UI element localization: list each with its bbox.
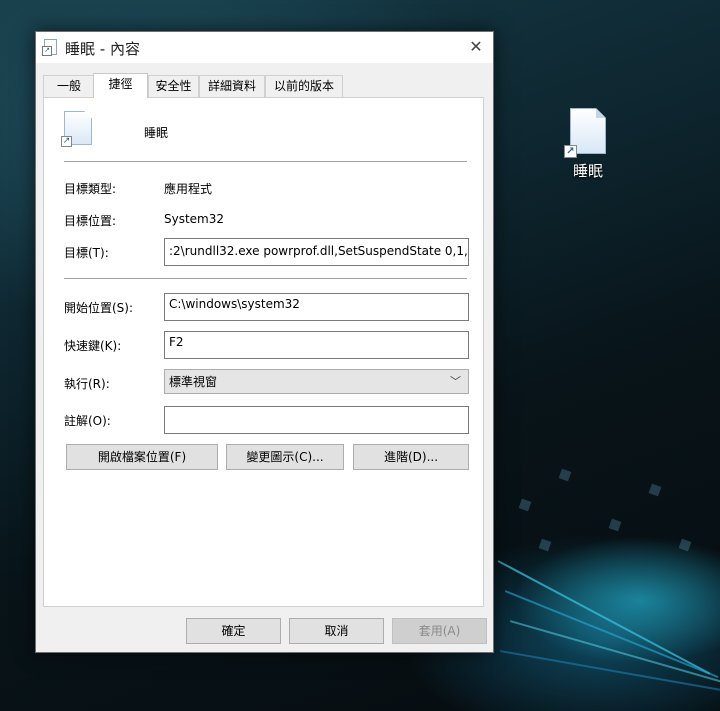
file-icon: ↗ [564,108,606,158]
separator [64,161,467,162]
close-icon[interactable]: ✕ [465,36,487,58]
shortcut-arrow-icon: ↗ [564,145,577,158]
tab-security[interactable]: 安全性 [148,75,199,97]
tab-details[interactable]: 詳細資料 [199,75,265,97]
tab-shortcut[interactable]: 捷徑 [93,73,148,98]
target-type-value: 應用程式 [164,182,213,196]
shortcut-file-icon: ↗ [42,39,57,56]
title-bar[interactable]: ↗ 睡眠 - 內容 ✕ [36,32,493,63]
desktop-shortcut-sleep[interactable]: ↗ 睡眠 [558,108,618,181]
target-type-label: 目標類型: [64,182,117,196]
open-file-location-button[interactable]: 開啟檔案位置(F) [66,444,218,470]
target-location-label: 目標位置: [64,214,117,228]
run-select-value: 標準視窗 [169,375,218,389]
apply-button[interactable]: 套用(A) [392,618,487,644]
hotkey-label: 快速鍵(K): [64,339,122,353]
ok-button[interactable]: 確定 [186,618,281,644]
shortcut-tab-panel: ↗ 睡眠 目標類型: 應用程式 目標位置: System32 目標(T): :2… [43,97,484,607]
start-in-field[interactable]: C:\windows\system32 [164,293,469,321]
advanced-button[interactable]: 進階(D)... [353,444,469,470]
run-select[interactable]: 標準視窗 ﹀ [164,369,469,394]
target-field[interactable]: :2\rundll32.exe powrprof.dll,SetSuspendS… [164,238,469,266]
properties-dialog: ↗ 睡眠 - 內容 ✕ 一般 捷徑 安全性 詳細資料 以前的版本 ↗ 睡眠 目標… [35,31,494,653]
target-label: 目標(T): [64,246,109,260]
chevron-down-icon: ﹀ [450,375,461,388]
comment-field[interactable] [164,406,469,434]
hotkey-field[interactable]: F2 [164,331,469,359]
start-in-label: 開始位置(S): [64,301,134,315]
change-icon-button[interactable]: 變更圖示(C)... [226,444,344,470]
run-label: 執行(R): [64,377,110,391]
tab-previous-versions[interactable]: 以前的版本 [265,75,343,97]
window-title: 睡眠 - 內容 [65,40,140,58]
separator [64,278,467,279]
shortcut-name: 睡眠 [144,126,169,140]
comment-label: 註解(O): [64,414,111,428]
target-location-value: System32 [164,212,225,226]
tab-general[interactable]: 一般 [43,75,95,97]
shortcut-file-icon: ↗ [61,111,92,147]
desktop-icon-label: 睡眠 [572,162,603,180]
cancel-button[interactable]: 取消 [289,618,384,644]
